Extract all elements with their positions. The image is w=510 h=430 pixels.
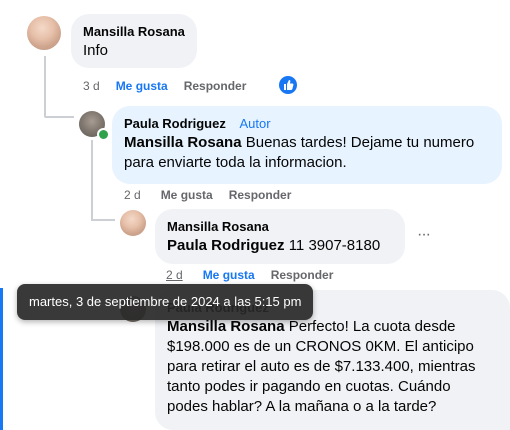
like-reaction-icon[interactable] [279,76,297,94]
comment-text: Mansilla Rosana Perfecto! La cuota desde… [167,317,498,417]
like-button[interactable]: Me gusta [116,79,168,93]
comment-author[interactable]: Mansilla Rosana [83,24,185,39]
mention-link[interactable]: Mansilla Rosana [124,134,242,151]
comment-actions: 2 d Me gusta Responder [166,268,333,282]
comment-text: Mansilla Rosana Buenas tardes! Dejame tu… [124,133,490,173]
thread-line [44,56,46,116]
comment-bubble: Mansilla Rosana Paula Rodriguez 11 3907-… [155,209,405,264]
reply-button[interactable]: Responder [229,188,292,202]
avatar[interactable] [120,210,146,236]
comment-author[interactable]: Paula Rodriguez [124,116,226,131]
thread-curve [44,116,74,118]
comment-bubble: Paula Rodriguez Autor Mansilla Rosana Bu… [112,106,502,184]
comment-time[interactable]: 2 d [166,268,183,282]
comment-time[interactable]: 3 d [83,79,100,93]
comment-text-line: tanto podes ir pagando en cuotas. Cuándo [167,378,451,395]
thumbs-up-icon [284,80,294,90]
timestamp-tooltip: martes, 3 de septiembre de 2024 a las 5:… [17,284,314,320]
avatar[interactable] [27,16,61,50]
comment-text: Paula Rodriguez 11 3907-8180 [167,236,393,256]
comment-text-line: $198.000 es de un CRONOS 0KM. El anticip… [167,338,474,355]
comment-author-row: Paula Rodriguez Autor [124,116,490,131]
like-button[interactable]: Me gusta [161,188,213,202]
online-indicator [97,128,110,141]
active-thread-marker [0,288,3,430]
mention-link[interactable]: Mansilla Rosana [167,318,285,335]
comment-bubble: Mansilla Rosana Info [71,14,197,68]
comment-text-line: Buenas tardes! Dejame tu numero [245,134,475,151]
more-options-icon[interactable]: ··· [417,226,431,244]
thread-line [91,140,93,220]
like-button[interactable]: Me gusta [203,268,255,282]
author-badge: Autor [239,116,271,131]
comment-time[interactable]: 2 d [124,188,141,202]
comment-actions: 2 d Me gusta Responder [124,188,291,202]
comment-actions: 3 d Me gusta Responder [83,79,246,93]
comment-author[interactable]: Mansilla Rosana [167,219,393,234]
comment-text-line: para enviarte toda la informacion. [124,154,347,171]
reply-button[interactable]: Responder [184,79,247,93]
reply-button[interactable]: Responder [271,268,334,282]
comment-text-line: Perfecto! La cuota desde [288,318,456,335]
comment-text-line: para retirar el auto es de $7.133.400, m… [167,358,476,375]
comment-text-line: 11 3907-8180 [288,237,381,254]
mention-link[interactable]: Paula Rodriguez [167,237,285,254]
comment-text-line: podes hablar? A la mañana o a la tarde? [167,398,437,415]
comment-text: Info [83,42,109,59]
thread-curve [91,219,115,221]
